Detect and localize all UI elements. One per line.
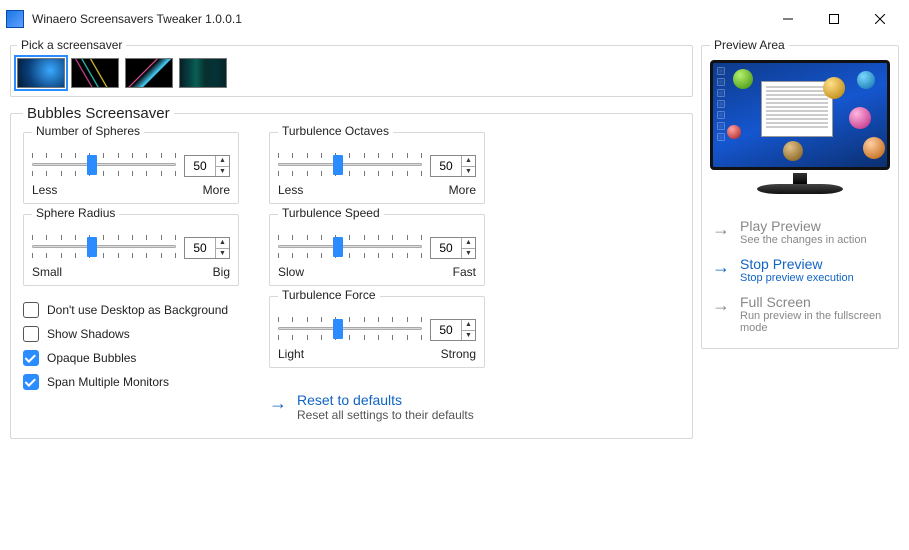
slider-min: Light (278, 347, 304, 361)
spin-down-icon[interactable]: ▼ (216, 249, 229, 259)
thumb-bubbles[interactable] (17, 58, 65, 88)
slider-max: More (203, 183, 230, 197)
slider-min: Less (32, 183, 57, 197)
slider-thumb[interactable] (87, 237, 97, 257)
spin-down-icon[interactable]: ▼ (216, 167, 229, 177)
spin-up-icon[interactable]: ▲ (462, 156, 475, 167)
action-desc: See the changes in action (740, 234, 867, 246)
preview-area: Preview Area → Play Preview See the chan… (701, 38, 899, 349)
picker-legend: Pick a screensaver (17, 38, 126, 52)
spin-radius[interactable]: ▲▼ (184, 237, 230, 259)
spin-up-icon[interactable]: ▲ (462, 238, 475, 249)
check-label: Opaque Bubbles (47, 351, 136, 365)
spin-input[interactable] (185, 238, 215, 258)
slider-min: Less (278, 183, 303, 197)
window-controls (765, 3, 903, 35)
slider-label: Sphere Radius (32, 206, 119, 220)
arrow-right-icon: → (269, 394, 287, 412)
action-title: Stop Preview (740, 256, 854, 272)
slider-sphere-radius: Sphere Radius ▲▼ (23, 214, 239, 286)
checkbox-icon (23, 350, 39, 366)
spin-speed[interactable]: ▲▼ (430, 237, 476, 259)
checkbox-icon (23, 374, 39, 390)
window-title: Winaero Screensavers Tweaker 1.0.0.1 (32, 12, 242, 26)
preview-legend: Preview Area (710, 38, 789, 52)
settings-group: Bubbles Screensaver Number of Spheres (10, 105, 693, 439)
slider-track-spheres[interactable] (32, 151, 176, 181)
screensaver-picker: Pick a screensaver (10, 38, 693, 97)
close-button[interactable] (857, 3, 903, 35)
slider-thumb[interactable] (333, 237, 343, 257)
slider-max: More (449, 183, 476, 197)
spin-up-icon[interactable]: ▲ (462, 320, 475, 331)
action-desc: Run preview in the fullscreen mode (740, 310, 888, 334)
slider-label: Turbulence Speed (278, 206, 384, 220)
minimize-button[interactable] (765, 3, 811, 35)
slider-turbulence-speed: Turbulence Speed ▲▼ (269, 214, 485, 286)
slider-track-speed[interactable] (278, 233, 422, 263)
slider-number-of-spheres: Number of Spheres ▲▼ (23, 132, 239, 204)
checkbox-icon (23, 326, 39, 342)
slider-thumb[interactable] (333, 155, 343, 175)
spin-input[interactable] (185, 156, 215, 176)
settings-legend: Bubbles Screensaver (23, 105, 174, 122)
spin-down-icon[interactable]: ▼ (462, 167, 475, 177)
stop-preview-link[interactable]: → Stop Preview Stop preview execution (710, 246, 890, 284)
spin-force[interactable]: ▲▼ (430, 319, 476, 341)
arrow-right-icon: → (712, 296, 730, 314)
spin-input[interactable] (431, 320, 461, 340)
preview-screen (710, 60, 890, 170)
arrow-right-icon: → (712, 258, 730, 276)
maximize-button[interactable] (811, 3, 857, 35)
slider-track-radius[interactable] (32, 233, 176, 263)
slider-min: Slow (278, 265, 304, 279)
action-desc: Stop preview execution (740, 272, 854, 284)
slider-thumb[interactable] (87, 155, 97, 175)
spin-input[interactable] (431, 238, 461, 258)
slider-turbulence-octaves: Turbulence Octaves ▲▼ (269, 132, 485, 204)
play-preview-link[interactable]: → Play Preview See the changes in action (710, 208, 890, 246)
action-title: Full Screen (740, 294, 888, 310)
app-icon (6, 10, 24, 28)
checkbox-icon (23, 302, 39, 318)
check-label: Show Shadows (47, 327, 130, 341)
check-label: Span Multiple Monitors (47, 375, 169, 389)
thumb-mystify[interactable] (125, 58, 173, 88)
check-no-desktop-bg[interactable]: Don't use Desktop as Background (23, 302, 239, 318)
reset-title: Reset to defaults (297, 392, 474, 408)
slider-max: Big (213, 265, 230, 279)
spin-spheres[interactable]: ▲▼ (184, 155, 230, 177)
titlebar: Winaero Screensavers Tweaker 1.0.0.1 (0, 0, 909, 38)
slider-label: Turbulence Octaves (278, 124, 393, 138)
check-span-monitors[interactable]: Span Multiple Monitors (23, 374, 239, 390)
check-opaque-bubbles[interactable]: Opaque Bubbles (23, 350, 239, 366)
slider-max: Fast (453, 265, 476, 279)
slider-track-octaves[interactable] (278, 151, 422, 181)
arrow-right-icon: → (712, 220, 730, 238)
reset-defaults-link[interactable]: → Reset to defaults Reset all settings t… (269, 392, 485, 422)
spin-up-icon[interactable]: ▲ (216, 238, 229, 249)
slider-max: Strong (441, 347, 476, 361)
reset-desc: Reset all settings to their defaults (297, 408, 474, 422)
slider-label: Number of Spheres (32, 124, 144, 138)
preview-monitor (710, 60, 890, 200)
thumb-ribbons[interactable] (71, 58, 119, 88)
spin-down-icon[interactable]: ▼ (462, 331, 475, 341)
thumb-aurora[interactable] (179, 58, 227, 88)
spin-input[interactable] (431, 156, 461, 176)
slider-min: Small (32, 265, 62, 279)
check-show-shadows[interactable]: Show Shadows (23, 326, 239, 342)
slider-track-force[interactable] (278, 315, 422, 345)
slider-turbulence-force: Turbulence Force ▲▼ (269, 296, 485, 368)
slider-label: Turbulence Force (278, 288, 380, 302)
spin-down-icon[interactable]: ▼ (462, 249, 475, 259)
full-screen-link[interactable]: → Full Screen Run preview in the fullscr… (710, 284, 890, 334)
spin-octaves[interactable]: ▲▼ (430, 155, 476, 177)
check-label: Don't use Desktop as Background (47, 303, 228, 317)
action-title: Play Preview (740, 218, 867, 234)
slider-thumb[interactable] (333, 319, 343, 339)
spin-up-icon[interactable]: ▲ (216, 156, 229, 167)
